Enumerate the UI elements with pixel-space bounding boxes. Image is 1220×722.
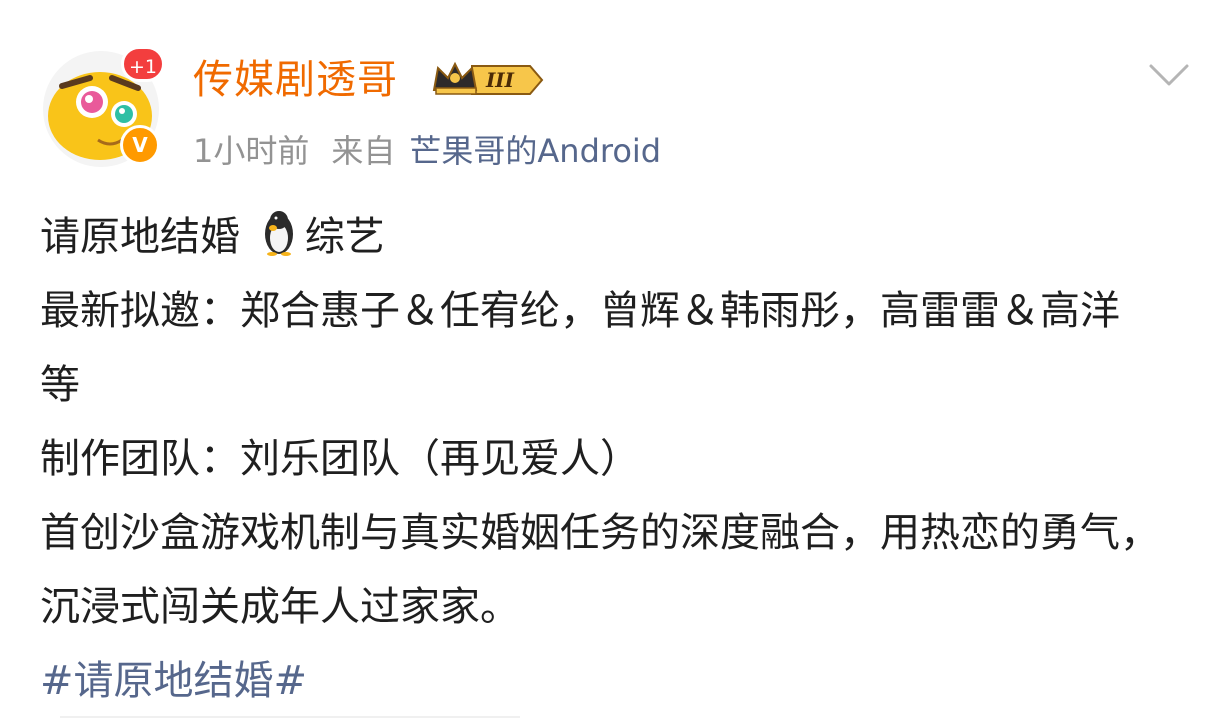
notification-badge: +1 bbox=[121, 46, 165, 82]
divider bbox=[60, 716, 520, 718]
device-link[interactable]: 芒果哥的Android bbox=[409, 132, 661, 170]
show-type: 综艺 bbox=[304, 214, 385, 260]
username[interactable]: 传媒剧透哥 bbox=[193, 52, 398, 108]
content-line-description: 首创沙盒游戏机制与真实婚姻任务的深度融合，用热恋的勇气，沉浸式闯关成年人过家家。 bbox=[40, 510, 1160, 630]
content-line-title: 请原地结婚 综艺 bbox=[40, 200, 1160, 274]
show-title: 请原地结婚 bbox=[40, 214, 240, 260]
post-content: 请原地结婚 综艺 最新拟邀：郑合惠子＆任宥纶，曾辉＆韩雨彤，高雷雷＆高洋 等 制… bbox=[40, 200, 1160, 718]
hashtag-link[interactable]: #请原地结婚# bbox=[40, 644, 1160, 718]
crown-vip-badge-icon[interactable]: III bbox=[430, 60, 546, 100]
timestamp: 1小时前 bbox=[193, 132, 310, 170]
content-line-cast: 最新拟邀：郑合惠子＆任宥纶，曾辉＆韩雨彤，高雷雷＆高洋 等 bbox=[40, 288, 1120, 408]
source-label: 来自 bbox=[331, 132, 396, 170]
content-line-team: 制作团队：刘乐团队（再见爱人） bbox=[40, 436, 640, 482]
post-meta: 1小时前 来自 芒果哥的Android bbox=[193, 128, 661, 174]
penguin-emoji-icon bbox=[259, 206, 299, 256]
chevron-down-icon[interactable] bbox=[1147, 58, 1191, 94]
vip-level-text: III bbox=[485, 68, 515, 92]
verified-badge-icon: V bbox=[120, 125, 160, 165]
